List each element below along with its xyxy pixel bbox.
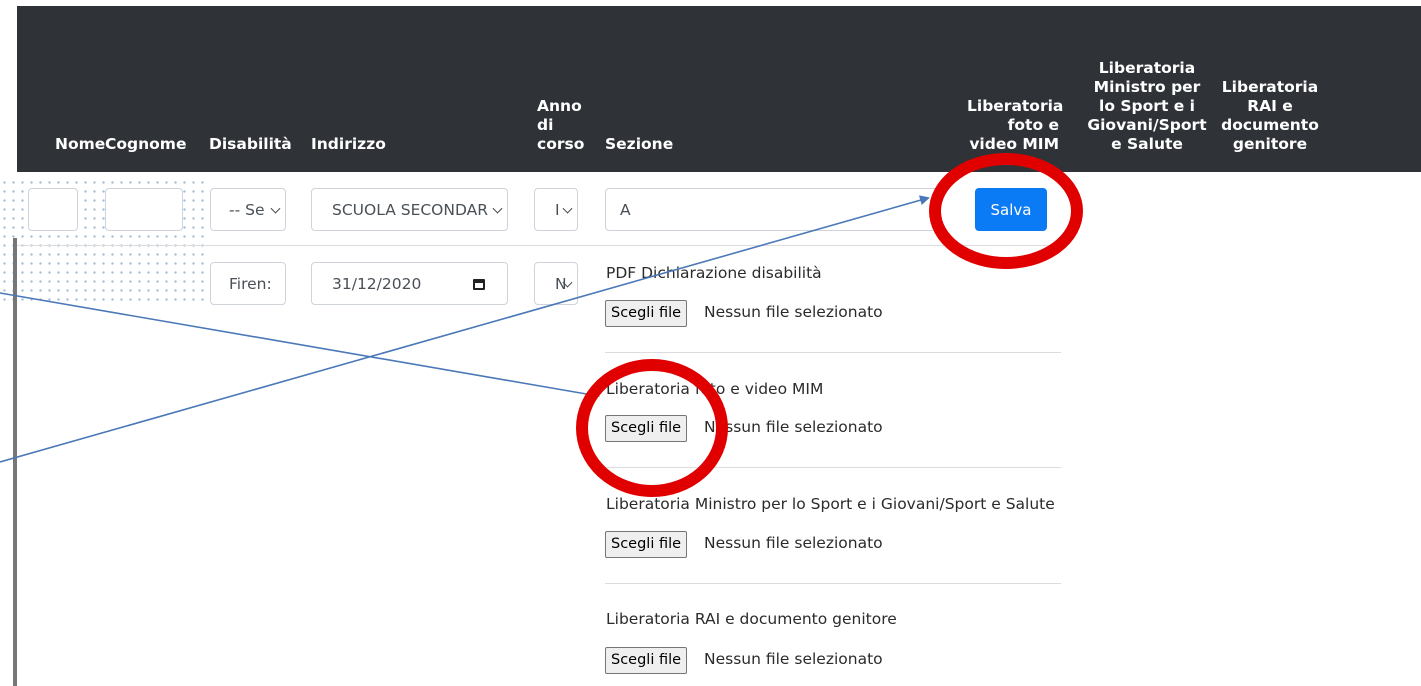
file-status: Nessun file selezionato — [704, 650, 883, 668]
upload-label-foto-video: Liberatoria foto e video MIM — [606, 380, 824, 398]
header-liberatoria-ministro: Liberatoria Ministro per lo Sport e i Gi… — [1087, 59, 1207, 153]
calendar-icon[interactable] — [473, 279, 485, 290]
file-status: Nessun file selezionato — [704, 534, 883, 552]
anno-select[interactable]: I — [534, 188, 578, 231]
chevron-down-icon — [270, 203, 281, 214]
nome-input[interactable] — [28, 188, 78, 231]
header-disabilita: Disabilità — [209, 135, 292, 153]
save-button[interactable]: Salva — [975, 188, 1047, 231]
header-nome: Nome — [55, 135, 106, 153]
divider — [605, 352, 1061, 353]
annotation-arrow-to-file-button — [0, 292, 600, 400]
header-indirizzo: Indirizzo — [311, 135, 386, 153]
left-border-line — [13, 238, 17, 686]
chevron-down-icon — [562, 203, 573, 214]
file-status: Nessun file selezionato — [704, 418, 883, 436]
divider — [605, 583, 1061, 584]
sezione-input[interactable]: A — [605, 188, 940, 231]
header-liberatoria-rai: Liberatoria RAI e documento genitore — [1221, 78, 1319, 153]
date-input[interactable]: 31/12/2020 — [311, 262, 508, 305]
chevron-down-icon — [492, 203, 503, 214]
row-divider — [17, 245, 1061, 246]
file-status: Nessun file selezionato — [704, 303, 883, 321]
upload-label-rai: Liberatoria RAI e documento genitore — [606, 610, 897, 628]
disabilita-select[interactable]: -- Se — [210, 188, 286, 231]
anno-select-2[interactable]: N — [534, 262, 578, 305]
choose-file-button[interactable]: Scegli file — [605, 531, 688, 558]
divider — [605, 467, 1061, 468]
citta-input[interactable]: Firen: — [210, 262, 286, 305]
table-header: Nome Cognome Disabilità Indirizzo Anno d… — [17, 6, 1421, 172]
header-cognome: Cognome — [105, 135, 187, 153]
header-sezione: Sezione — [605, 135, 674, 153]
cognome-input[interactable] — [105, 188, 183, 231]
upload-label-ministro: Liberatoria Ministro per lo Sport e i Gi… — [606, 495, 1055, 513]
choose-file-button[interactable]: Scegli file — [605, 415, 688, 442]
upload-label-disabilita: PDF Dichiarazione disabilità — [606, 264, 822, 282]
header-liberatoria-foto: Liberatoria foto e video MIM — [967, 97, 1064, 153]
header-anno-di-corso: Anno di corso — [537, 97, 585, 153]
indirizzo-select[interactable]: SCUOLA SECONDAR — [311, 188, 508, 231]
choose-file-button[interactable]: Scegli file — [605, 647, 688, 674]
choose-file-button[interactable]: Scegli file — [605, 300, 688, 327]
